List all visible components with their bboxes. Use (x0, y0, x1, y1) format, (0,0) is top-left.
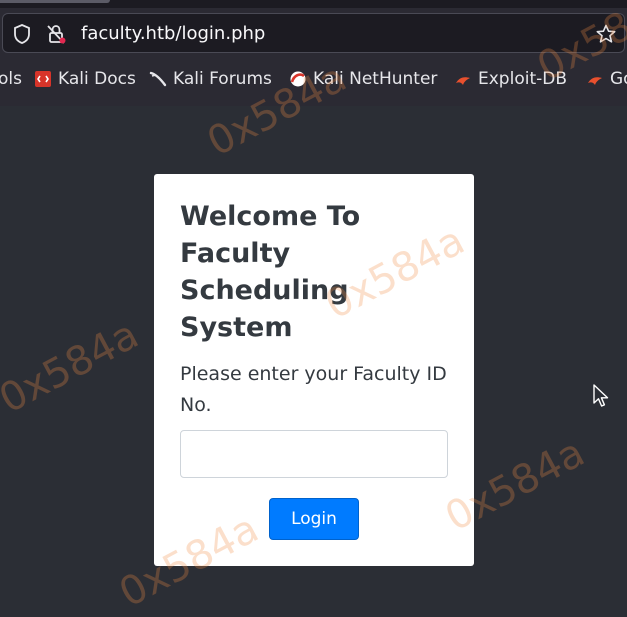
bookmark-label: Exploit-DB (478, 69, 567, 89)
login-button[interactable]: Login (269, 498, 359, 540)
bookmark-kali-docs[interactable]: Kali Docs (34, 66, 136, 92)
kali-forums-icon (149, 71, 167, 87)
bookmark-label: Kali Docs (58, 69, 136, 89)
login-card: Welcome To Faculty Scheduling System Ple… (154, 174, 474, 566)
star-bookmark-icon[interactable] (595, 23, 617, 45)
login-title: Welcome To Faculty Scheduling System (180, 201, 361, 343)
exploit-db-icon (588, 77, 602, 85)
exploit-db-icon (456, 77, 470, 85)
bookmark-tools[interactable]: ols (0, 66, 22, 92)
shield-icon[interactable] (11, 23, 33, 45)
faculty-id-prompt: Please enter your Faculty ID No. (180, 363, 447, 416)
active-tab-edge[interactable] (0, 0, 110, 3)
bookmark-label: Kali NetHunter (313, 69, 438, 89)
bookmark-go[interactable]: Go (586, 66, 627, 92)
bookmark-label: Kali Forums (173, 69, 272, 89)
faculty-id-input[interactable] (180, 430, 448, 478)
watermark-text: 0x584a (0, 311, 147, 423)
bookmark-kali-forums[interactable]: Kali Forums (149, 66, 272, 92)
tab-strip (0, 0, 627, 8)
address-bar[interactable]: faculty.htb/login.php (2, 13, 625, 53)
bookmark-label: ols (0, 69, 22, 89)
insecure-lock-icon[interactable] (45, 23, 67, 45)
bookmark-exploit-db[interactable]: Exploit-DB (454, 66, 567, 92)
browser-toolbar: faculty.htb/login.php ols Kali Docs Kali… (0, 0, 627, 106)
bookmark-kali-nethunter[interactable]: Kali NetHunter (289, 66, 437, 92)
kali-nethunter-icon (290, 71, 306, 87)
bookmark-label: Go (610, 69, 627, 89)
url-text[interactable]: faculty.htb/login.php (81, 23, 265, 44)
bookmarks-toolbar: ols Kali Docs Kali Forums Kali NetHunter (0, 62, 627, 96)
kali-docs-icon (35, 71, 51, 87)
mouse-pointer-icon (593, 384, 609, 407)
